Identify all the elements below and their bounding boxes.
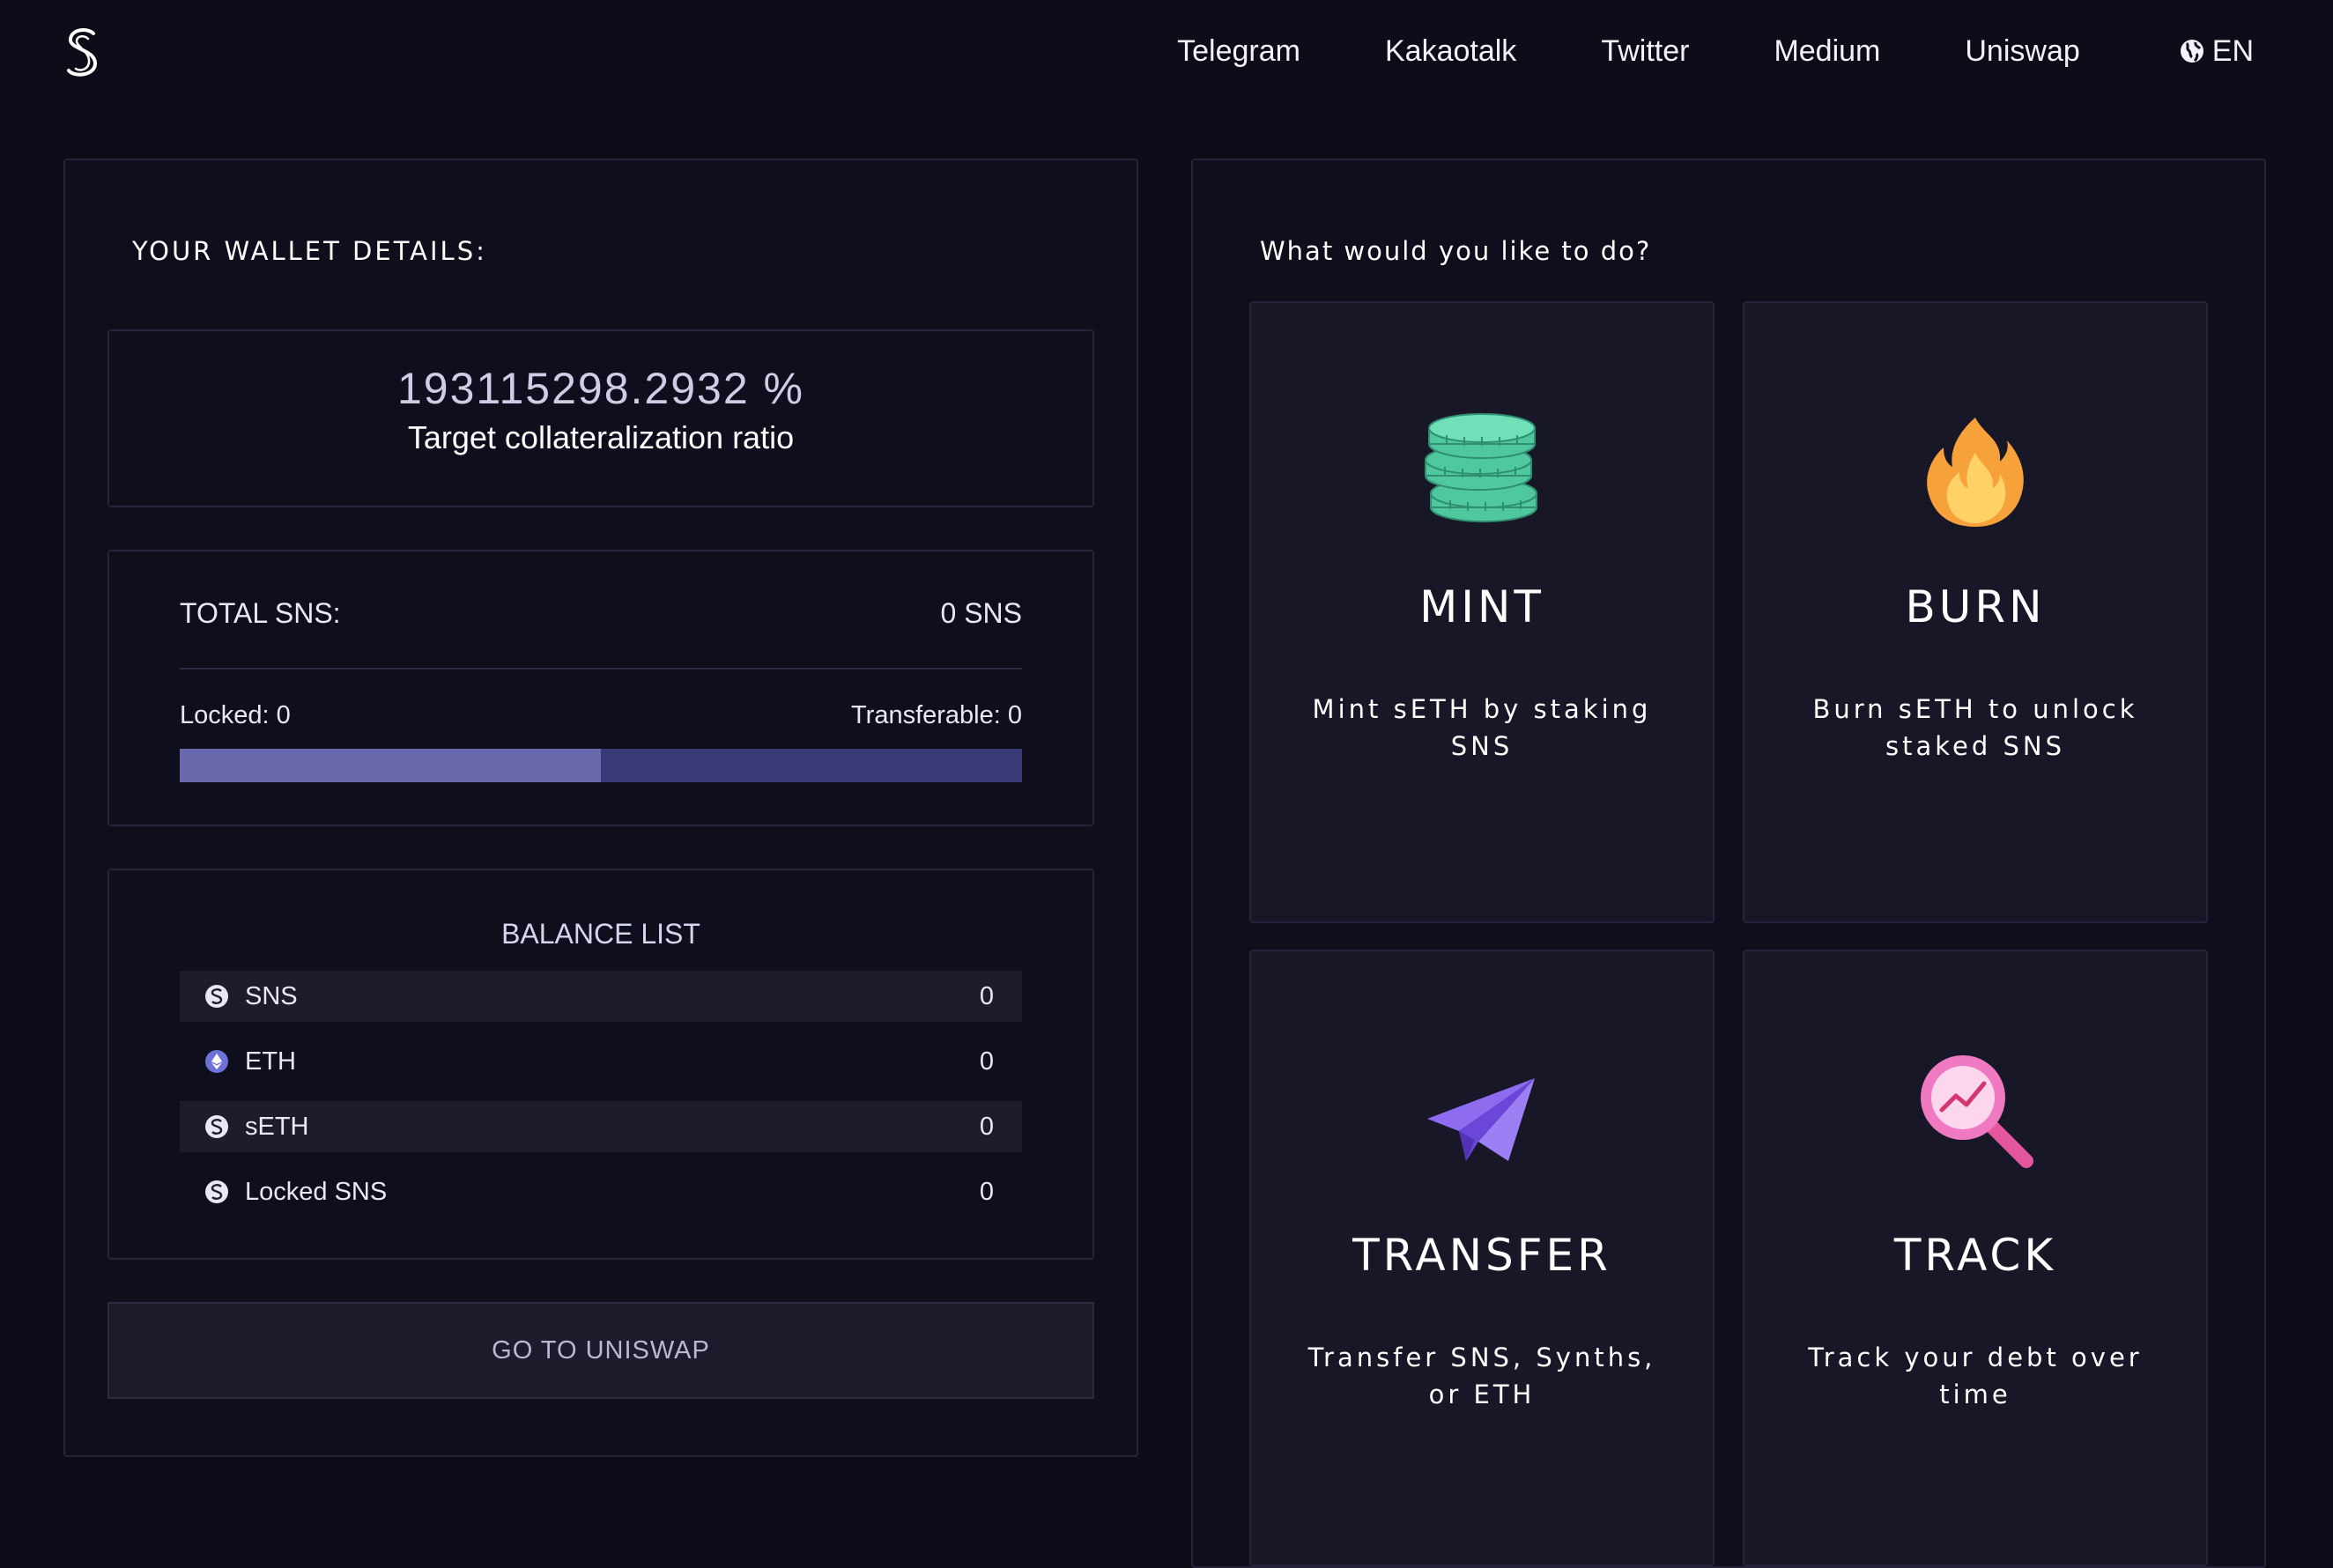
- coins-icon: [1425, 413, 1537, 522]
- globe-icon: [2180, 40, 2203, 63]
- locked-progress-fill: [180, 749, 601, 782]
- track-action-card[interactable]: TRACK Track your debt over time: [1743, 950, 2208, 1566]
- total-sns-value: 0 SNS: [940, 597, 1022, 629]
- collateralization-card: 193115298.2932 % Target collateralizatio…: [107, 329, 1094, 507]
- balance-list-card: BALANCE LIST SNS 0 ETH 0 sETH 0 Locked S…: [107, 869, 1094, 1260]
- collateralization-ratio-label: Target collateralization ratio: [407, 419, 795, 455]
- nav-twitter[interactable]: Twitter: [1601, 34, 1689, 69]
- locked-progress-bar: [180, 749, 1022, 782]
- seth-token-icon: [205, 1115, 228, 1138]
- mint-title: MINT: [1419, 581, 1544, 632]
- token-name: Locked SNS: [245, 1177, 388, 1206]
- magnifier-chart-icon: [1921, 1055, 2033, 1168]
- sns-token-icon: [205, 985, 228, 1008]
- total-sns-card: TOTAL SNS: 0 SNS Locked: 0 Transferable:…: [107, 550, 1094, 826]
- total-sns-label: TOTAL SNS:: [180, 597, 341, 629]
- nav-medium[interactable]: Medium: [1774, 34, 1880, 69]
- burn-title: BURN: [1905, 581, 2046, 632]
- balance-row-seth: sETH 0: [180, 1101, 1022, 1152]
- token-balance: 0: [979, 1177, 994, 1206]
- top-nav: Telegram Kakaotalk Twitter Medium Uniswa…: [1092, 26, 2254, 76]
- balance-row-locked-sns: Locked SNS 0: [180, 1166, 1022, 1217]
- actions-question: What would you like to do?: [1260, 236, 1652, 266]
- token-balance: 0: [979, 1047, 994, 1076]
- token-name: ETH: [245, 1047, 296, 1076]
- balance-list-title: BALANCE LIST: [501, 918, 700, 950]
- burn-action-card[interactable]: BURN Burn sETH to unlock staked SNS: [1743, 301, 2208, 923]
- transfer-description: Transfer SNS, Synths, or ETH: [1307, 1342, 1656, 1409]
- eth-token-icon: [205, 1050, 228, 1073]
- synthetix-s-logo-icon[interactable]: [62, 25, 104, 81]
- transfer-title: TRANSFER: [1352, 1230, 1611, 1281]
- balance-row-eth: ETH 0: [180, 1036, 1022, 1087]
- go-to-uniswap-button[interactable]: GO TO UNISWAP: [107, 1302, 1094, 1399]
- paper-plane-icon: [1427, 1078, 1535, 1161]
- language-label: EN: [2211, 33, 2254, 68]
- language-selector[interactable]: EN: [2179, 34, 2254, 69]
- token-name: sETH: [245, 1112, 309, 1141]
- track-title: TRACK: [1893, 1230, 2057, 1281]
- nav-telegram[interactable]: Telegram: [1177, 34, 1300, 69]
- wallet-details-title: YOUR WALLET DETAILS:: [132, 236, 487, 266]
- transfer-action-card[interactable]: TRANSFER Transfer SNS, Synths, or ETH: [1249, 950, 1715, 1566]
- nav-kakaotalk[interactable]: Kakaotalk: [1385, 34, 1516, 69]
- burn-description: Burn sETH to unlock staked SNS: [1812, 694, 2138, 761]
- collateralization-ratio-value: 193115298.2932 %: [396, 364, 805, 413]
- mint-description: Mint sETH by staking SNS: [1312, 694, 1652, 761]
- balance-row-sns: SNS 0: [180, 971, 1022, 1022]
- fire-icon: [1927, 418, 2024, 527]
- sns-token-icon: [205, 1180, 228, 1203]
- nav-uniswap[interactable]: Uniswap: [1965, 34, 2079, 69]
- transferable-label: Transferable: 0: [851, 701, 1022, 729]
- balance-list: SNS 0 ETH 0 sETH 0 Locked SNS 0: [180, 971, 1022, 1231]
- total-sns-row: TOTAL SNS: 0 SNS: [180, 597, 1022, 630]
- token-name: SNS: [245, 981, 298, 1010]
- locked-transferable-row: Locked: 0 Transferable: 0: [180, 701, 1022, 730]
- track-description: Track your debt over time: [1808, 1342, 2143, 1409]
- token-balance: 0: [979, 1112, 994, 1141]
- divider: [180, 668, 1022, 669]
- mint-action-card[interactable]: MINT Mint sETH by staking SNS: [1249, 301, 1715, 923]
- token-balance: 0: [979, 981, 994, 1010]
- locked-label: Locked: 0: [180, 701, 291, 729]
